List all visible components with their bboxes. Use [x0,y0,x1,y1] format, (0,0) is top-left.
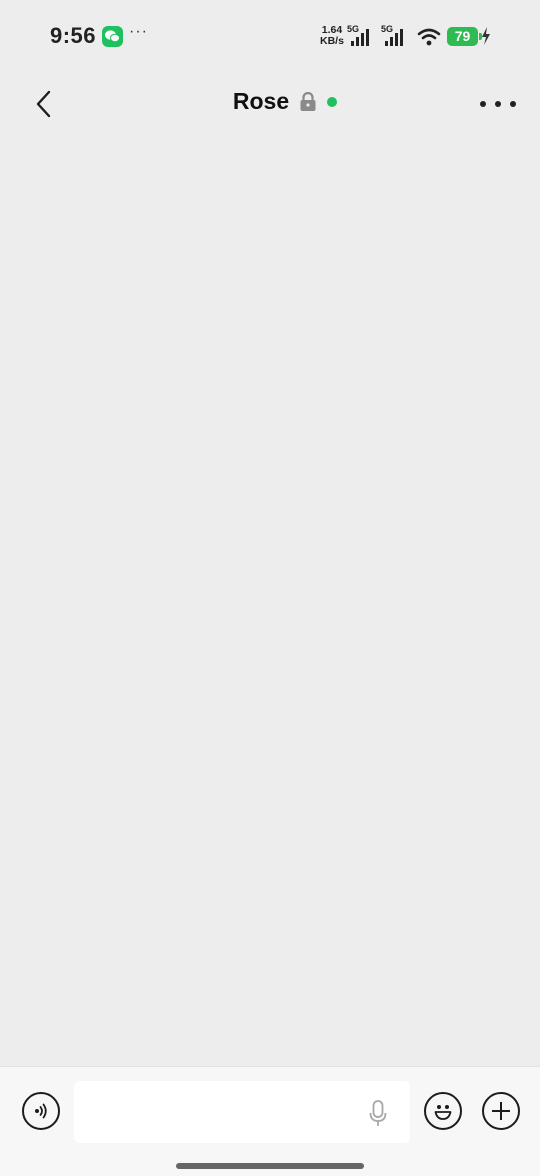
emoji-icon [434,1105,452,1120]
plus-icon [492,1102,510,1120]
microphone-icon[interactable] [368,1099,388,1129]
voice-toggle-button[interactable] [22,1092,60,1130]
lock-icon [299,91,317,112]
chat-title[interactable]: Rose [233,88,289,115]
online-status-dot [327,96,338,107]
chat-header: Rose [0,72,540,136]
input-bar [0,1066,540,1176]
charging-icon [482,27,490,45]
message-input-box[interactable] [74,1081,410,1143]
more-functions-button[interactable] [482,1092,520,1130]
network-speed-unit: KB/s [320,35,344,47]
message-input[interactable] [74,1081,354,1143]
message-list[interactable] [0,136,540,1066]
home-indicator[interactable] [176,1163,364,1169]
wifi-icon [417,28,441,46]
status-time: 9:56 [50,23,97,48]
network-speed: 1.64 KB/s [320,25,344,47]
voice-icon [35,1103,47,1119]
chat-title-group: Rose [0,88,540,115]
battery-level: 79 [454,28,471,44]
status-more-icon: ··· [129,23,148,40]
battery-icon: 79 [447,27,482,46]
more-horizontal-icon [480,101,486,107]
more-options-button[interactable] [480,92,516,116]
emoji-button[interactable] [424,1092,462,1130]
chat-screen: 9:56 ··· 1.64 KB/s 5G 5G 79 Rose [0,0,540,1176]
wechat-icon [102,26,123,47]
status-bar: 9:56 ··· 1.64 KB/s 5G 5G 79 [0,0,540,72]
